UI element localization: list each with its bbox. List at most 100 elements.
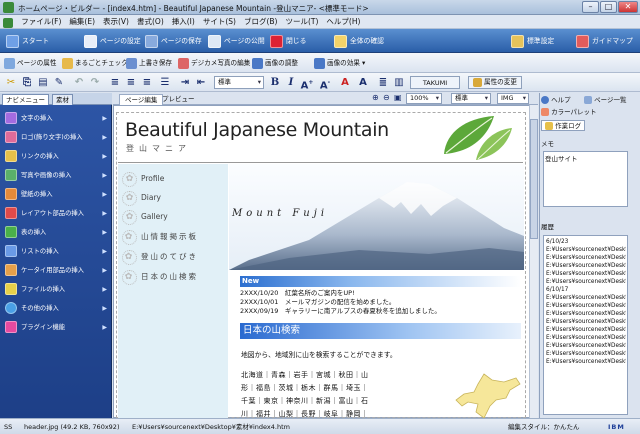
align-left-icon[interactable]: ≡ bbox=[108, 76, 122, 89]
prefecture-links[interactable]: 北海道｜青森｜岩手｜宮城｜秋田｜山 bbox=[241, 370, 369, 380]
menu-edit[interactable]: 編集(E) bbox=[65, 15, 99, 28]
page-menu-bbs[interactable]: ✿ 山情報掲示板 bbox=[122, 228, 198, 246]
menu-view[interactable]: 表示(V) bbox=[99, 15, 133, 28]
undo-icon[interactable]: ↶ bbox=[72, 76, 86, 89]
prefecture-links[interactable]: 形｜福島｜茨城｜栃木｜群馬｜埼玉｜ bbox=[241, 383, 369, 393]
history-item[interactable]: E:¥Users¥sourcenext¥Deskto bbox=[546, 254, 626, 262]
menu-help[interactable]: ヘルプ(H) bbox=[322, 15, 364, 28]
page-menu-profile[interactable]: ✿ Profile bbox=[122, 170, 164, 188]
help-tab[interactable]: ヘルプ bbox=[541, 95, 571, 106]
nav-insert-logo[interactable]: ロゴ(飾り文字)の挿入 ▶ bbox=[0, 129, 112, 147]
history-item[interactable]: E:¥Users¥sourcenext¥Deskto bbox=[546, 326, 626, 334]
outdent-icon[interactable]: ⇤ bbox=[194, 76, 208, 89]
history-item[interactable]: E:¥Users¥sourcenext¥Deskto bbox=[546, 318, 626, 326]
history-item[interactable]: E:¥Users¥sourcenext¥Deskto bbox=[546, 246, 626, 254]
nav-insert-image[interactable]: 写真や画像の挿入 ▶ bbox=[0, 167, 112, 185]
full-check-button[interactable]: まるごとチェック bbox=[62, 57, 128, 69]
nav-insert-list[interactable]: リストの挿入 ▶ bbox=[0, 243, 112, 261]
minimize-button[interactable]: – bbox=[582, 1, 599, 13]
menu-file[interactable]: ファイル(F) bbox=[17, 15, 65, 28]
history-item[interactable]: E:¥Users¥sourcenext¥Deskto bbox=[546, 334, 626, 342]
font-color-icon[interactable]: A bbox=[338, 76, 352, 89]
indent-icon[interactable]: ⇥ bbox=[178, 76, 192, 89]
history-item[interactable]: E:¥Users¥sourcenext¥Deskto bbox=[546, 270, 626, 278]
hokkaido-map[interactable] bbox=[444, 372, 524, 418]
tag-select[interactable]: IMG bbox=[497, 93, 529, 104]
takumi-button[interactable]: TAKUMI bbox=[410, 76, 460, 89]
nav-insert-mobile[interactable]: ケータイ用部品の挿入 ▶ bbox=[0, 262, 112, 280]
brush-icon[interactable]: ✎ bbox=[52, 76, 66, 89]
page-list-tab[interactable]: ページ一覧 bbox=[584, 95, 626, 106]
check-all-button[interactable]: 全体の確認 bbox=[334, 34, 384, 48]
font-icon[interactable]: ≣ bbox=[376, 76, 390, 89]
tab-nav-menu[interactable]: ナビメニュー bbox=[2, 94, 49, 105]
mode-select[interactable]: 標準 bbox=[451, 93, 491, 104]
history-item[interactable]: E:¥Users¥sourcenext¥Deskto bbox=[546, 310, 626, 318]
standard-settings-button[interactable]: 標準設定 bbox=[511, 34, 554, 48]
prefecture-links[interactable]: 千葉｜東京｜神奈川｜新潟｜富山｜石 bbox=[241, 396, 369, 406]
menu-format[interactable]: 書式(O) bbox=[133, 15, 168, 28]
list-icon[interactable]: ☰ bbox=[158, 76, 172, 89]
redo-icon[interactable]: ↷ bbox=[88, 76, 102, 89]
page-menu-diary[interactable]: ✿ Diary bbox=[122, 189, 161, 207]
copy-icon[interactable]: ⎘ bbox=[20, 76, 34, 89]
nav-insert-link[interactable]: リンクの挿入 ▶ bbox=[0, 148, 112, 166]
menu-blog[interactable]: ブログ(B) bbox=[240, 15, 282, 28]
nav-insert-table[interactable]: 表の挿入 ▶ bbox=[0, 224, 112, 242]
nav-insert-other[interactable]: その他の挿入 ▶ bbox=[0, 300, 112, 318]
guide-map-button[interactable]: ガイドマップ bbox=[576, 34, 633, 48]
font-size-up-icon[interactable]: A+ bbox=[300, 76, 314, 91]
highlight-icon[interactable]: A bbox=[356, 76, 370, 89]
history-item[interactable]: E:¥Users¥sourcenext¥Deskto bbox=[546, 302, 626, 310]
scrollbar-thumb[interactable] bbox=[530, 119, 538, 239]
nav-insert-text[interactable]: 文字の挿入 ▶ bbox=[0, 110, 112, 128]
nav-insert-layout[interactable]: レイアウト部品の挿入 ▶ bbox=[0, 205, 112, 223]
nav-plugin[interactable]: プラグイン機能 ▶ bbox=[0, 319, 112, 337]
nav-insert-file[interactable]: ファイルの挿入 ▶ bbox=[0, 281, 112, 299]
attr-change-button[interactable]: 属性の変更 bbox=[468, 76, 522, 89]
work-log-tab[interactable]: 作業ログ bbox=[541, 120, 586, 131]
tab-preview[interactable]: プレビュー bbox=[157, 94, 200, 105]
history-item[interactable]: E:¥Users¥sourcenext¥Deskto bbox=[546, 262, 626, 270]
editor-scrollbar[interactable] bbox=[529, 105, 538, 418]
menu-tools[interactable]: ツール(T) bbox=[281, 15, 322, 28]
page-menu-gallery[interactable]: ✿ Gallery bbox=[122, 208, 168, 226]
page-menu-guide[interactable]: ✿ 登山のてびき bbox=[122, 248, 198, 266]
history-item[interactable]: E:¥Users¥sourcenext¥Deskto bbox=[546, 350, 626, 358]
tab-materials[interactable]: 素材 bbox=[52, 94, 73, 105]
window-icon[interactable]: ▣ bbox=[394, 93, 402, 102]
color-palette-tab[interactable]: カラーパレット bbox=[541, 107, 597, 118]
overwrite-save-button[interactable]: 上書き保存 bbox=[126, 57, 172, 69]
effect2-icon[interactable]: ▥ bbox=[392, 76, 406, 89]
paste-icon[interactable]: ▤ bbox=[36, 76, 50, 89]
image-effect-button[interactable]: 画像の効果 ▾ bbox=[314, 57, 365, 69]
page-menu-search[interactable]: ✿ 日本の山検索 bbox=[122, 268, 198, 286]
history-item[interactable]: E:¥Users¥sourcenext¥Deskto bbox=[546, 278, 626, 286]
cut-icon[interactable]: ✂ bbox=[4, 76, 18, 89]
start-button[interactable]: スタート bbox=[6, 34, 49, 48]
align-right-icon[interactable]: ≡ bbox=[140, 76, 154, 89]
style-select[interactable]: 標準 bbox=[214, 76, 264, 89]
history-item[interactable]: E:¥Users¥sourcenext¥Deskto bbox=[546, 294, 626, 302]
font-size-down-icon[interactable]: A- bbox=[318, 76, 332, 91]
close-window-button[interactable]: ✕ bbox=[618, 1, 638, 13]
save-page-button[interactable]: ページの保存 bbox=[145, 34, 202, 48]
close-page-button[interactable]: 閉じる bbox=[270, 34, 306, 48]
page-props-button[interactable]: ページの属性 bbox=[4, 57, 56, 69]
zoom-in-icon[interactable]: ⊕ bbox=[372, 93, 379, 102]
menu-insert[interactable]: 挿入(I) bbox=[168, 15, 199, 28]
zoom-select[interactable]: 100% bbox=[406, 93, 442, 104]
publish-button[interactable]: ページの公開 bbox=[208, 34, 265, 48]
zoom-out-icon[interactable]: ⊖ bbox=[383, 93, 390, 102]
adjust-image-button[interactable]: 画像の調整 bbox=[252, 57, 298, 69]
history-item[interactable]: E:¥Users¥sourcenext¥Deskto bbox=[546, 342, 626, 350]
menu-site[interactable]: サイト(S) bbox=[199, 15, 240, 28]
photo-edit-button[interactable]: デジカメ写真の編集 bbox=[178, 57, 250, 69]
italic-button[interactable]: I bbox=[284, 76, 298, 89]
page-settings-button[interactable]: ページの設定 bbox=[84, 34, 141, 48]
history-item[interactable]: E:¥Users¥sourcenext¥Deskto bbox=[546, 358, 626, 366]
nav-insert-wallpaper[interactable]: 壁紙の挿入 ▶ bbox=[0, 186, 112, 204]
align-center-icon[interactable]: ≡ bbox=[124, 76, 138, 89]
bold-button[interactable]: B bbox=[268, 76, 282, 89]
maximize-button[interactable]: □ bbox=[600, 1, 617, 13]
